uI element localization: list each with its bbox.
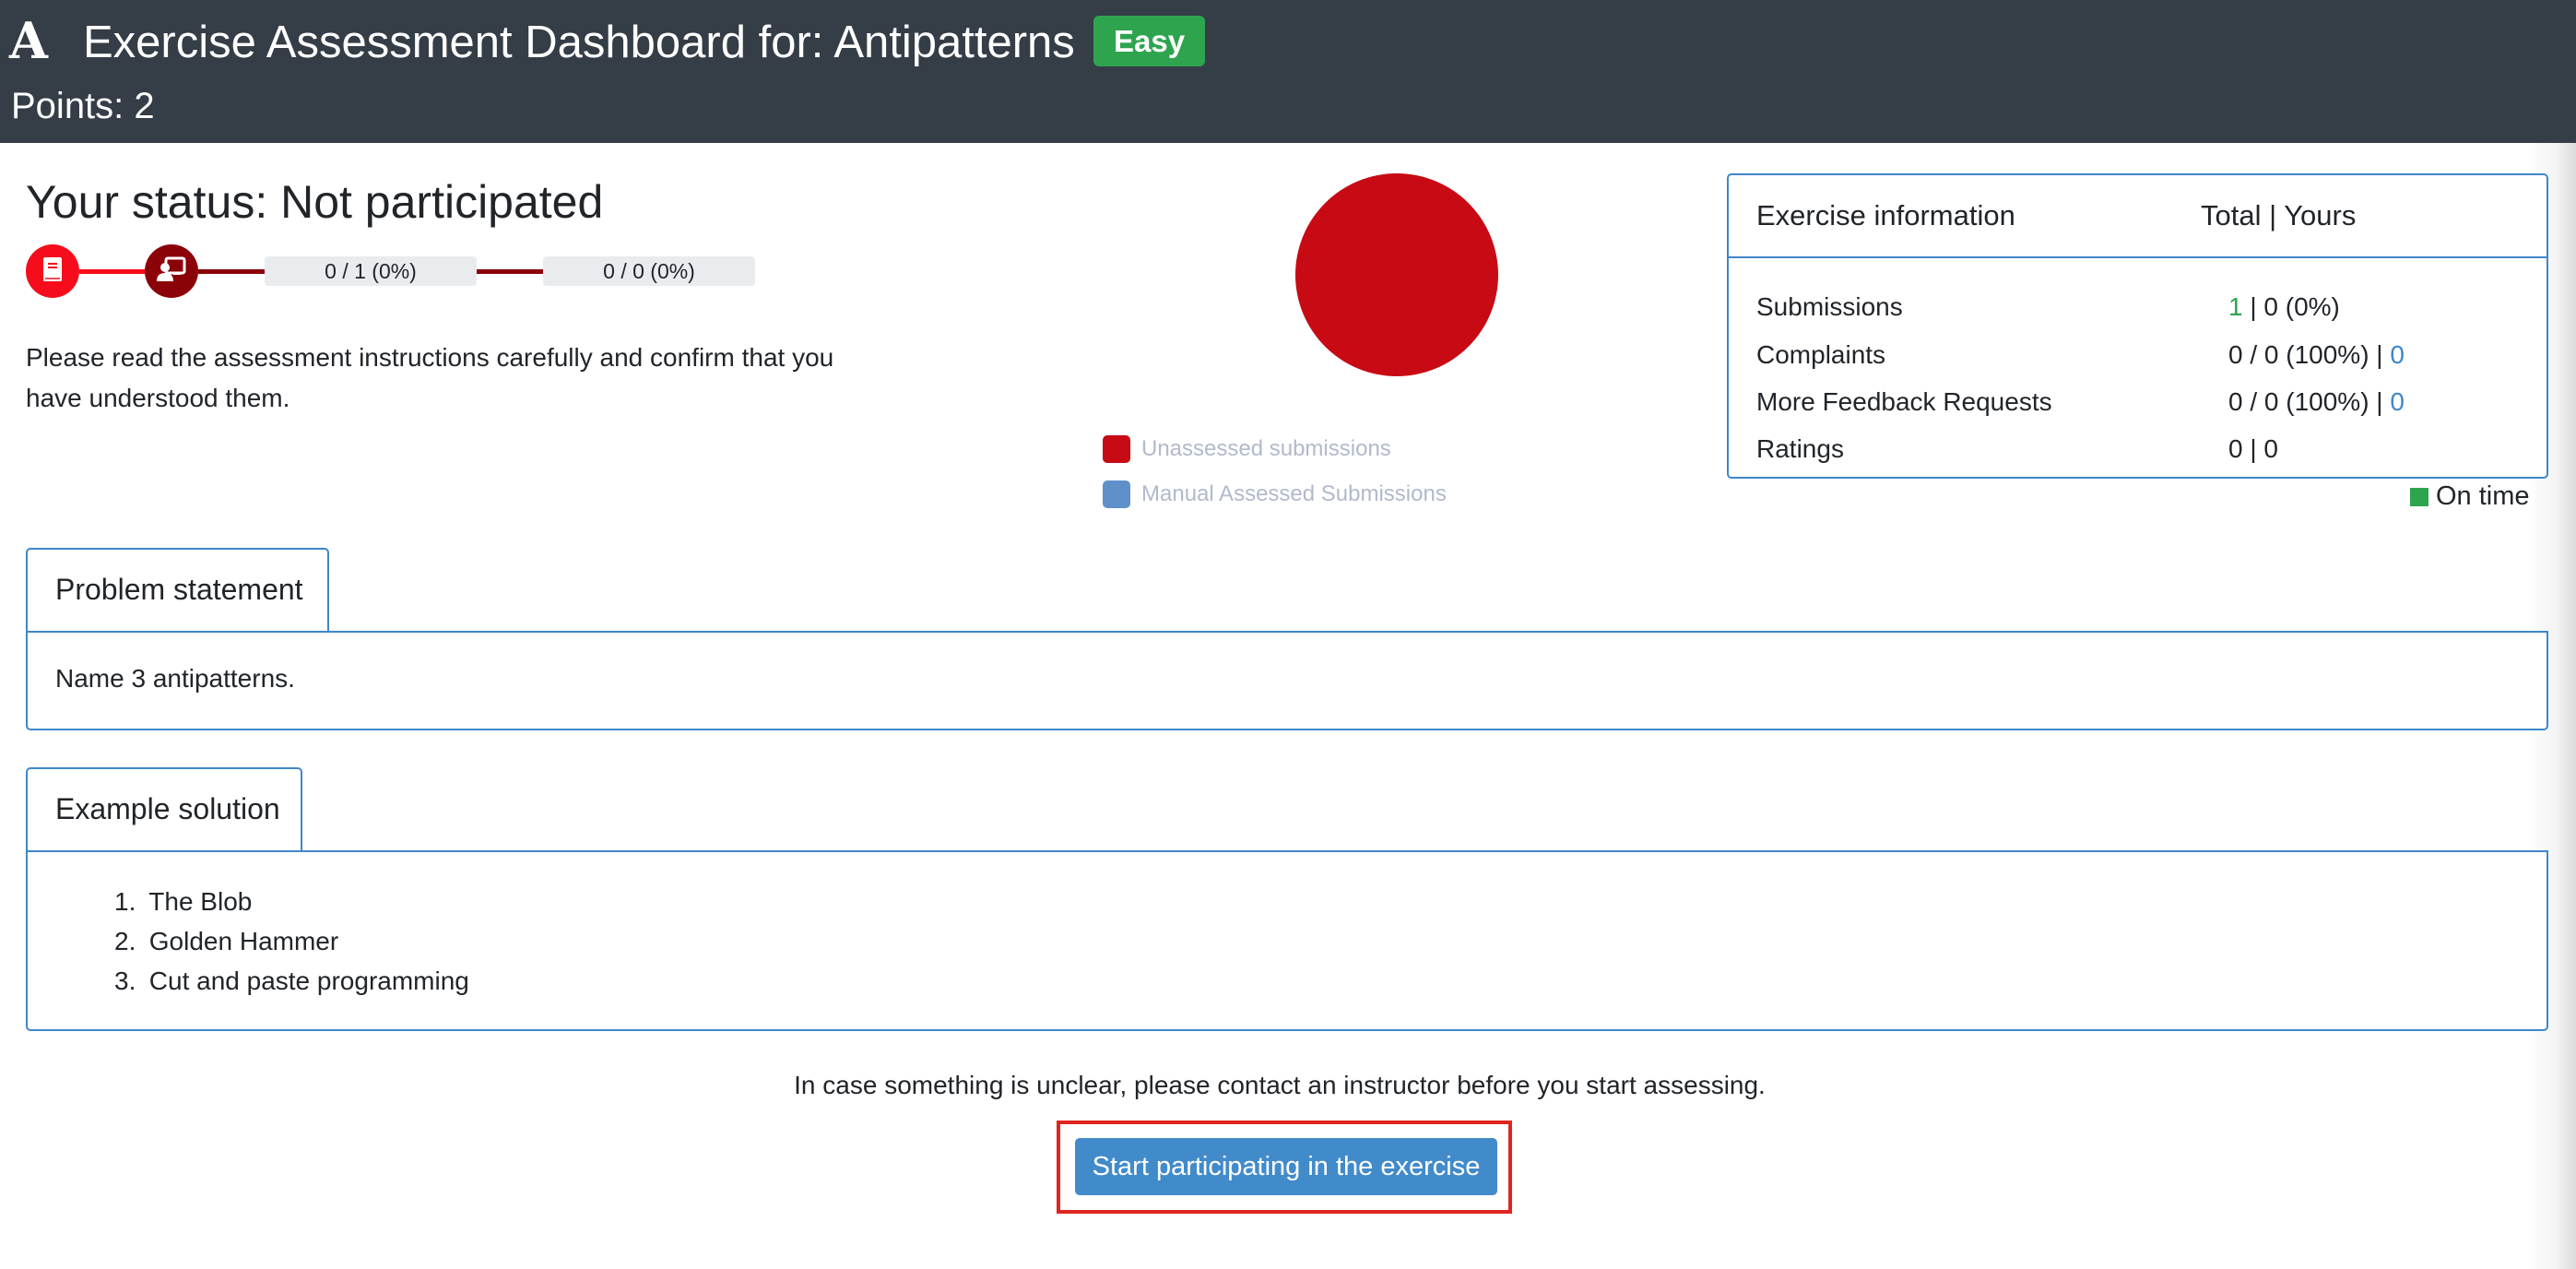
start-participating-button[interactable]: Start participating in the exercise: [1075, 1138, 1497, 1195]
exercise-information-header: Exercise information Total | Yours: [1729, 175, 2546, 258]
assessment-progress-round-2: 0 / 0 (0%): [543, 256, 755, 286]
example-solution-body: 1. The Blob 2. Golden Hammer 3. Cut and …: [26, 850, 2548, 1031]
tab-example-solution[interactable]: Example solution: [26, 767, 302, 852]
info-row-more-feedback-requests: More Feedback Requests 0 / 0 (100%) | 0: [1756, 387, 2531, 433]
info-value: 0 | 0: [2228, 434, 2278, 463]
difficulty-badge: Easy: [1093, 16, 1206, 66]
instructions-text: Please read the assessment instructions …: [26, 343, 834, 412]
assessment-progress-round-1: 0 / 1 (0%): [265, 256, 477, 286]
info-label: More Feedback Requests: [1756, 387, 2052, 416]
legend-item[interactable]: Automatic Assessed Submissions: [1103, 516, 1508, 518]
total-yours-header: Total | Yours: [2201, 199, 2357, 231]
complaints-yours-link[interactable]: 0: [2390, 340, 2405, 369]
on-time-square-icon: [2410, 487, 2428, 506]
list-item: 1. The Blob: [114, 887, 253, 916]
info-label: Submissions: [1756, 292, 1903, 321]
pie-chart-svg: [1295, 173, 1498, 376]
page-title: Exercise Assessment Dashboard for: Antip…: [83, 18, 1075, 67]
status-title: Your status: Not participated: [26, 176, 604, 228]
legend-label: Manual Assessed Submissions: [1141, 480, 1447, 506]
timeline-step-read-instructions: [26, 244, 79, 298]
chart-legend: Unassessed submissions Manual Assessed Su…: [1103, 426, 1508, 518]
list-item: 2. Golden Hammer: [114, 927, 339, 955]
points-label: Points: 2: [11, 86, 155, 126]
info-row-submissions: Submissions 1 | 0 (0%): [1756, 292, 2531, 338]
feedback-requests-yours-link[interactable]: 0: [2390, 387, 2405, 416]
book-icon: [40, 255, 65, 288]
tab-problem-statement[interactable]: Problem statement: [26, 548, 329, 633]
exercise-information-title: Exercise information: [1756, 199, 2015, 231]
problem-statement-text: Name 3 antipatterns.: [55, 664, 295, 693]
chalkboard-teacher-icon: [155, 255, 188, 288]
legend-swatch: [1103, 480, 1130, 508]
info-value: 1 | 0 (0%): [2228, 292, 2340, 322]
assessment-timeline: 0 / 1 (0%) 0 / 0 (0%): [26, 243, 763, 299]
timeline-connector: [477, 269, 547, 274]
contact-instructor-note: In case something is unclear, please con…: [794, 1071, 1766, 1099]
info-value: 0 / 0 (100%) | 0: [2228, 340, 2405, 370]
exercise-information-card: Exercise information Total | Yours Submi…: [1727, 173, 2548, 479]
timeline-connector: [79, 269, 146, 274]
submissions-yours: | 0 (0%): [2242, 292, 2340, 321]
legend-label: Unassessed submissions: [1141, 435, 1391, 461]
list-item: 3. Cut and paste programming: [114, 967, 469, 995]
legend-item[interactable]: Manual Assessed Submissions: [1103, 471, 1508, 516]
on-time-indicator: On time: [2410, 481, 2530, 512]
info-row-ratings: Ratings 0 | 0: [1756, 434, 2531, 480]
complaints-total: 0 / 0 (100%) |: [2228, 340, 2391, 369]
problem-statement-body: Name 3 antipatterns.: [26, 631, 2548, 730]
timeline-step-assessment: [145, 244, 198, 298]
on-time-label: On time: [2436, 481, 2530, 511]
info-value: 0 / 0 (100%) | 0: [2228, 387, 2405, 417]
info-label: Complaints: [1756, 340, 1886, 369]
submissions-total-link[interactable]: 1: [2228, 292, 2243, 321]
legend-item[interactable]: Unassessed submissions: [1103, 426, 1508, 471]
assessment-pie-chart: Unassessed submissions Manual Assessed Su…: [1088, 166, 1512, 516]
page-header: A Exercise Assessment Dashboard for: Ant…: [0, 0, 2576, 143]
pie-slice-unassessed-submissions[interactable]: [1295, 173, 1498, 376]
info-row-complaints: Complaints 0 / 0 (100%) | 0: [1756, 340, 2531, 386]
feedback-requests-total: 0 / 0 (100%) |: [2228, 387, 2391, 416]
artemis-logo-icon[interactable]: A: [9, 15, 52, 66]
example-solution-list: 1. The Blob 2. Golden Hammer 3. Cut and …: [114, 882, 469, 1001]
legend-swatch: [1103, 434, 1130, 463]
info-label: Ratings: [1756, 434, 1844, 463]
